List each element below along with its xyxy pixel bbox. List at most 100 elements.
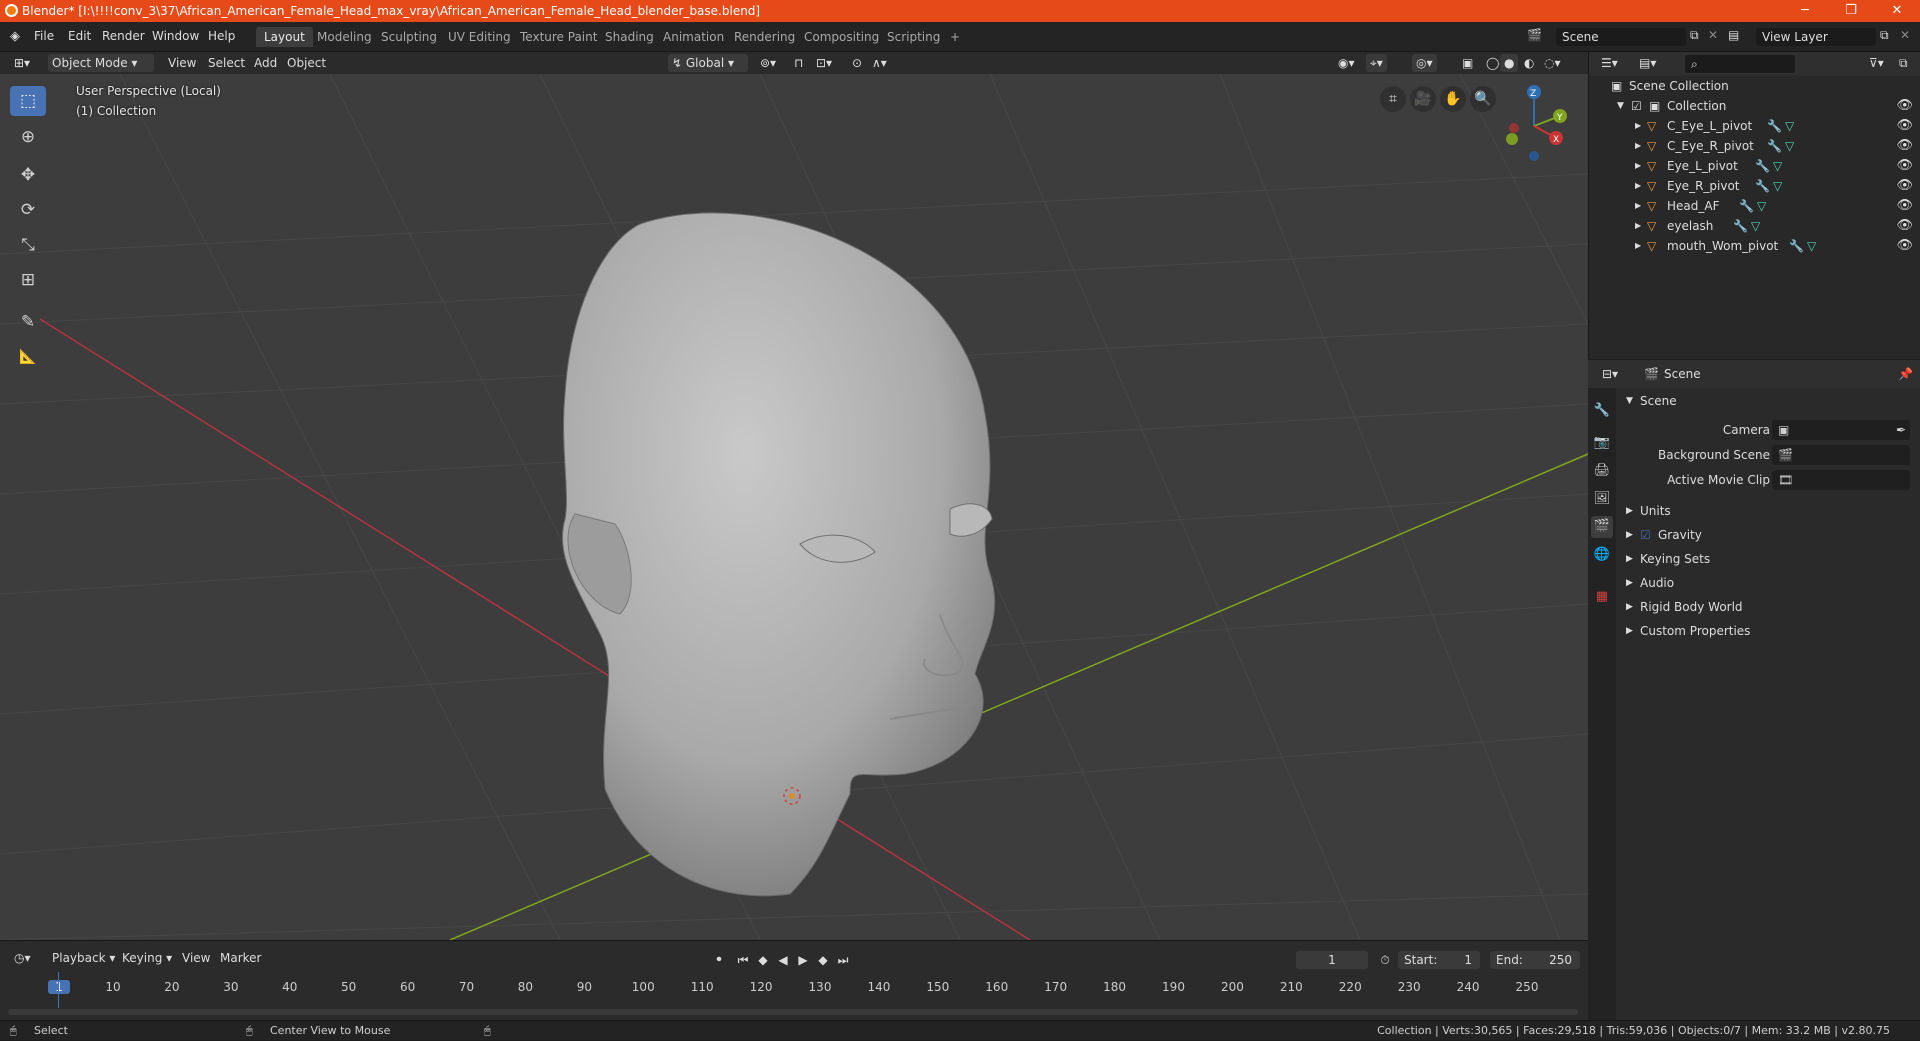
outliner-item[interactable]: ▶ ▽ C_Eye_L_pivot 🔧 ▽ 👁 <box>1589 116 1920 136</box>
start-frame-field[interactable]: Start: 1 <box>1398 951 1480 969</box>
camera-view-icon[interactable]: 🎥 <box>1410 86 1436 112</box>
select-box-tool[interactable]: ⬚ <box>10 86 46 116</box>
transform-orientation-dropdown[interactable]: ↯ Global ▾ <box>668 54 748 72</box>
new-view-layer-icon[interactable]: ⧉ <box>1880 28 1889 43</box>
snap-target-icon[interactable]: ⊡▾ <box>812 54 836 72</box>
falloff-icon[interactable]: ∧▾ <box>868 54 891 72</box>
scene-tab-icon[interactable]: 🎬 <box>1591 516 1613 538</box>
collection-checkbox[interactable]: ☑ <box>1631 96 1642 116</box>
menu-help[interactable]: Help <box>208 29 235 43</box>
display-mode-icon[interactable]: ▤▾ <box>1635 54 1660 72</box>
expand-icon[interactable]: ▶ <box>1635 176 1641 196</box>
active-movie-clip-field[interactable]: 🎞 <box>1772 470 1910 490</box>
add-workspace-button[interactable]: + <box>942 27 968 47</box>
expand-collection-icon[interactable]: ▼ <box>1617 96 1624 116</box>
blender-menu-icon[interactable]: ◈ <box>10 29 20 44</box>
record-icon[interactable]: ⏺ <box>710 951 728 969</box>
background-scene-field[interactable]: 🎬 <box>1772 445 1910 465</box>
zoom-icon[interactable]: 🔍 <box>1470 86 1496 112</box>
expand-icon[interactable]: ▶ <box>1635 236 1641 256</box>
solid-shading-icon[interactable]: ● <box>1500 54 1519 72</box>
gizmo-neg-z-icon[interactable] <box>1529 151 1539 161</box>
material-shading-icon[interactable]: ◐ <box>1520 54 1538 72</box>
tab-uv-editing[interactable]: UV Editing <box>440 27 519 47</box>
outliner-collection[interactable]: ▼ ☑ ▣ Collection 👁 <box>1589 96 1920 116</box>
outliner-item[interactable]: ▶ ▽ mouth_Wom_pivot 🔧 ▽ 👁 <box>1589 236 1920 256</box>
play-icon[interactable]: ▶ <box>794 951 812 969</box>
filter-icon[interactable]: ⊽▾ <box>1865 54 1888 72</box>
pin-icon[interactable]: 📌 <box>1894 365 1917 383</box>
visibility-icon[interactable]: ◉▾ <box>1334 54 1359 72</box>
scene-selector-icon[interactable]: 🎬 <box>1527 28 1542 42</box>
eye-icon[interactable]: 👁 <box>1896 116 1913 136</box>
eye-icon[interactable]: 👁 <box>1896 216 1913 236</box>
scene-field[interactable]: Scene <box>1556 28 1686 46</box>
tab-compositing[interactable]: Compositing <box>796 27 887 47</box>
menu-object[interactable]: Object <box>283 54 330 72</box>
move-tool[interactable]: ✥ <box>10 160 46 190</box>
xray-icon[interactable]: ▣ <box>1458 54 1477 72</box>
output-tab-icon[interactable]: 🖨 <box>1591 460 1613 482</box>
frame-ruler[interactable]: 1102030405060708090100110120130140150160… <box>0 972 1588 1020</box>
eye-icon[interactable]: 👁 <box>1896 196 1913 216</box>
outliner-item[interactable]: ▶ ▽ Head_AF 🔧 ▽ 👁 <box>1589 196 1920 216</box>
navigation-gizmo[interactable]: Z Y X <box>1494 82 1574 162</box>
outliner-item[interactable]: ▶ ▽ Eye_R_pivot 🔧 ▽ 👁 <box>1589 176 1920 196</box>
menu-marker[interactable]: Marker <box>216 949 265 967</box>
current-frame-field[interactable]: 1 <box>1296 951 1368 969</box>
view-layer-icon[interactable]: ▤ <box>1728 28 1739 42</box>
play-reverse-icon[interactable]: ◀ <box>774 951 792 969</box>
expand-icon[interactable]: ▶ <box>1635 196 1641 216</box>
world-tab-icon[interactable]: 🌐 <box>1591 544 1613 566</box>
view-layer-tab-icon[interactable]: 🖼 <box>1591 488 1613 510</box>
annotate-tool[interactable]: ✎ <box>10 307 46 337</box>
gizmo-neg-x-icon[interactable] <box>1509 123 1519 133</box>
units-panel[interactable]: ▶ Units <box>1618 500 1914 522</box>
eyedropper-icon[interactable]: ✒ <box>1896 420 1906 440</box>
jump-start-icon[interactable]: ⏮ <box>734 951 752 969</box>
new-scene-icon[interactable]: ⧉ <box>1690 28 1699 43</box>
tab-animation[interactable]: Animation <box>655 27 732 47</box>
eye-icon[interactable]: 👁 <box>1896 176 1913 196</box>
maximize-button[interactable]: ❐ <box>1828 0 1874 22</box>
tab-scripting[interactable]: Scripting <box>879 27 948 47</box>
menu-keying[interactable]: Keying ▾ <box>118 949 176 967</box>
properties-editor-icon[interactable]: ⊟▾ <box>1598 365 1622 383</box>
delete-scene-icon[interactable]: ✕ <box>1708 28 1718 42</box>
pan-hand-icon[interactable]: ✋ <box>1440 86 1466 112</box>
rendered-shading-icon[interactable]: ◌▾ <box>1540 54 1565 72</box>
tool-tab-icon[interactable]: 🔧 <box>1591 400 1613 422</box>
gizmo-neg-y-icon[interactable] <box>1506 133 1518 145</box>
overlay-toggle-icon[interactable]: ◎▾ <box>1412 54 1437 72</box>
menu-add[interactable]: Add <box>250 54 281 72</box>
menu-file[interactable]: File <box>34 29 54 43</box>
expand-icon[interactable]: ▶ <box>1635 156 1641 176</box>
gravity-panel[interactable]: ▶ ☑ Gravity <box>1618 524 1914 546</box>
render-tab-icon[interactable]: 📷 <box>1591 432 1613 454</box>
tab-rendering[interactable]: Rendering <box>726 27 803 47</box>
jump-end-icon[interactable]: ⏭ <box>834 951 852 969</box>
eye-icon[interactable]: 👁 <box>1896 136 1913 156</box>
view-layer-field[interactable]: View Layer <box>1756 28 1876 46</box>
menu-timeline-view[interactable]: View <box>178 949 214 967</box>
camera-field[interactable]: ▣ ✒ <box>1772 420 1910 440</box>
scale-tool[interactable]: ⤡ <box>10 230 46 260</box>
outliner-item[interactable]: ▶ ▽ Eye_L_pivot 🔧 ▽ 👁 <box>1589 156 1920 176</box>
delete-view-layer-icon[interactable]: ✕ <box>1900 28 1910 42</box>
close-button[interactable]: ✕ <box>1874 0 1920 22</box>
custom-properties-panel[interactable]: ▶ Custom Properties <box>1618 620 1914 642</box>
3d-viewport[interactable]: User Perspective (Local) (1) Collection … <box>0 74 1588 940</box>
timeline-editor-icon[interactable]: ◷▾ <box>10 949 35 967</box>
head-mesh[interactable] <box>561 212 996 897</box>
eye-icon[interactable]: 👁 <box>1896 236 1913 256</box>
menu-window[interactable]: Window <box>152 29 199 43</box>
gizmo-toggle-icon[interactable]: ⌖▾ <box>1366 54 1387 72</box>
outliner-search-input[interactable]: ⌕ <box>1685 55 1795 73</box>
audio-panel[interactable]: ▶ Audio <box>1618 572 1914 594</box>
outliner-item[interactable]: ▶ ▽ eyelash 🔧 ▽ 👁 <box>1589 216 1920 236</box>
proportional-edit-icon[interactable]: ⊙ <box>848 54 866 72</box>
tab-modeling[interactable]: Modeling <box>309 27 380 47</box>
clock-icon[interactable]: ⏱ <box>1376 951 1394 969</box>
menu-select[interactable]: Select <box>204 54 249 72</box>
next-keyframe-icon[interactable]: ◆ <box>814 951 832 969</box>
